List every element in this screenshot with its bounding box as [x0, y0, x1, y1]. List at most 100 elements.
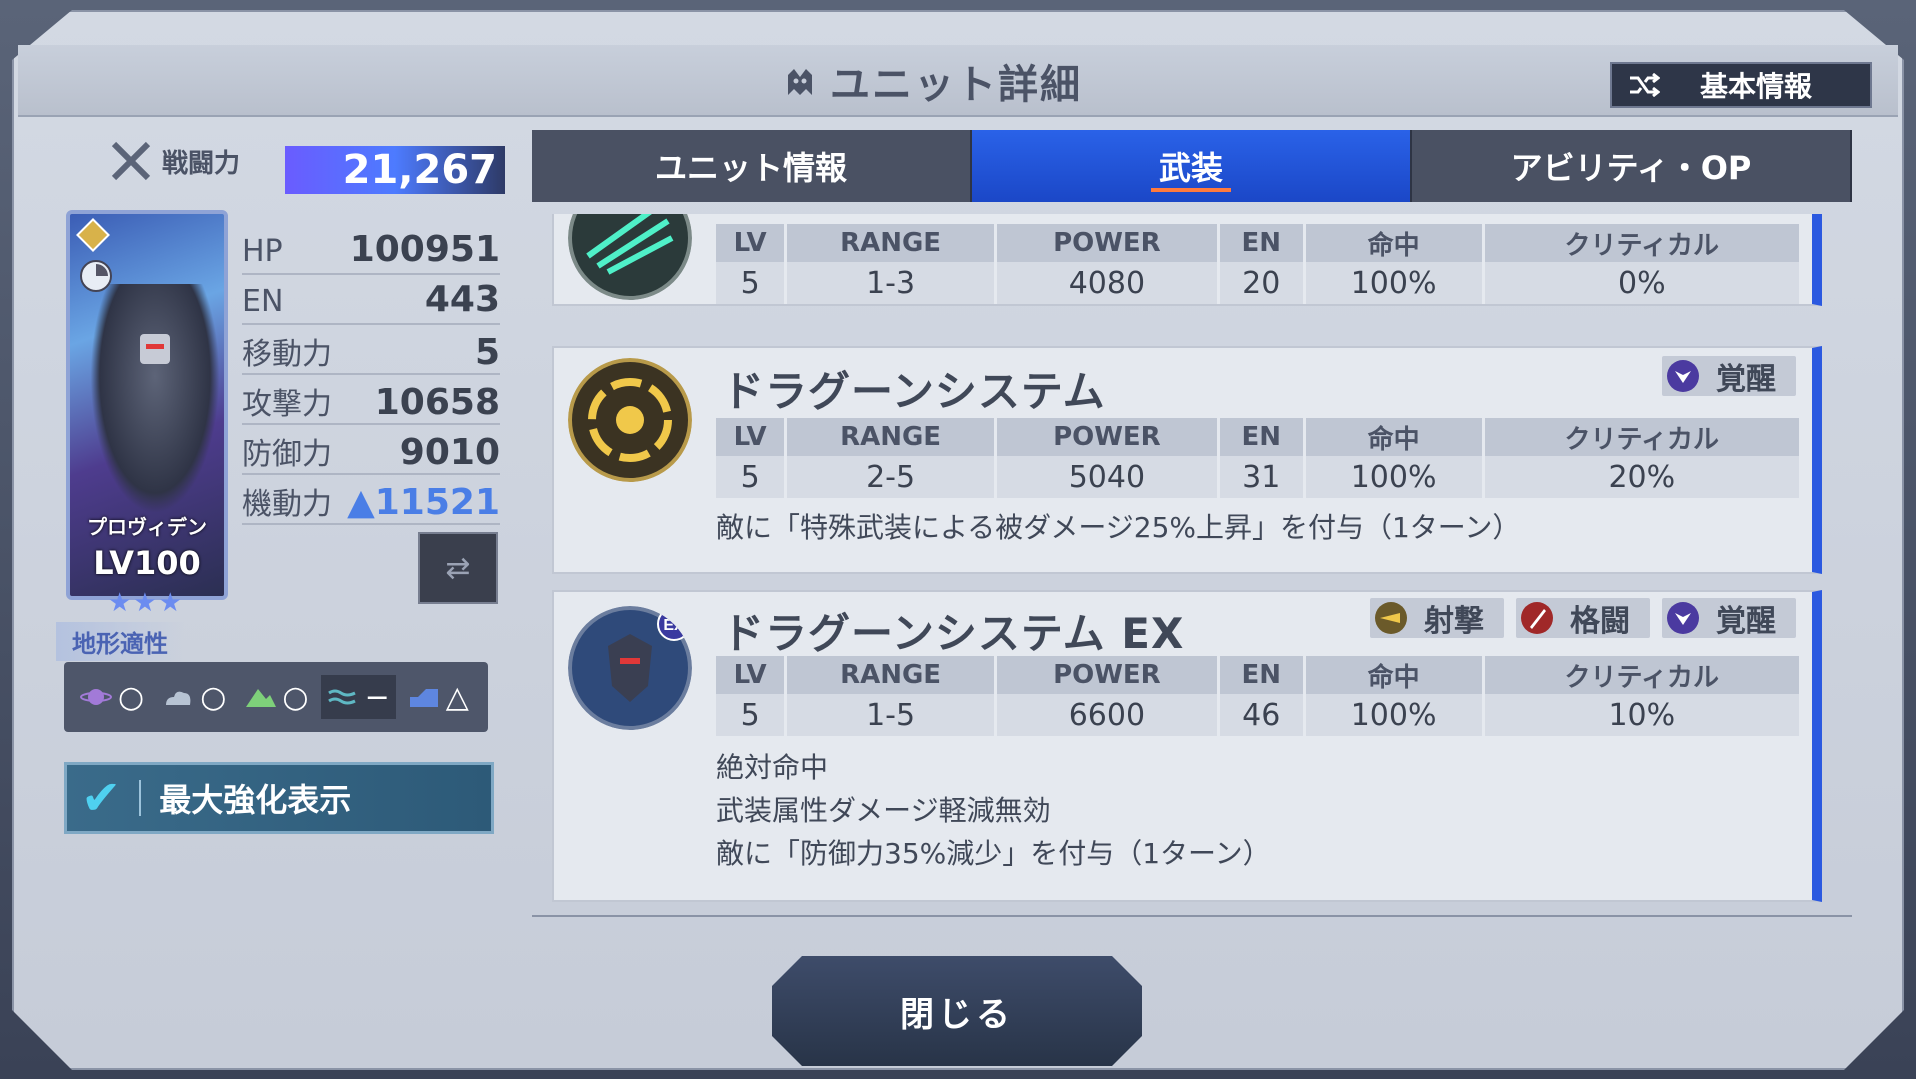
weapon-description: 絶対命中 武装属性ダメージ軽減無効 敵に「防御力35%減少」を付与（1ターン）	[716, 746, 1271, 875]
table-cell: 6600	[995, 694, 1220, 736]
basic-info-button[interactable]: 基本情報	[1610, 62, 1872, 108]
terrain-rating: ○	[282, 679, 309, 715]
awaken-icon	[1667, 360, 1699, 392]
awaken-icon	[1667, 602, 1699, 634]
shuffle-icon: ⇄	[445, 550, 471, 586]
stat-value: 443	[424, 279, 500, 320]
max-enhance-label: 最大強化表示	[159, 781, 352, 819]
close-label: 閉じる	[900, 994, 1014, 1035]
table-cell: 5	[716, 262, 788, 304]
crossed-swords-icon	[111, 141, 151, 181]
stat-label: HP	[242, 234, 283, 269]
table-header: EN	[1218, 418, 1306, 456]
terrain-ratings: ○ ○ ○ − △	[64, 662, 488, 732]
table-header: クリティカル	[1483, 656, 1803, 694]
terrain-rating: ○	[200, 679, 227, 715]
stat-value: ▲11521	[347, 482, 500, 523]
table-cell: 1-5	[785, 694, 997, 736]
shooting-icon	[1375, 602, 1407, 634]
table-cell: 20	[1218, 262, 1306, 304]
unit-level: LV100	[93, 544, 201, 582]
table-header: 命中	[1304, 656, 1485, 694]
checkmark-icon: ✔	[81, 770, 122, 826]
shuffle-icon	[1630, 73, 1660, 97]
swap-unit-button[interactable]: ⇄	[418, 532, 498, 604]
title-text: ユニット詳細	[830, 62, 1082, 108]
terrain-underground: △	[402, 675, 475, 719]
combat-power-label: 戦闘力	[162, 148, 241, 179]
table-header: LV	[716, 656, 788, 694]
description-line: 絶対命中	[716, 751, 829, 784]
table-cell: 20%	[1483, 456, 1803, 498]
description-line: 武装属性ダメージ軽減無効	[716, 794, 1051, 827]
terrain-rating: △	[445, 679, 469, 715]
combat-power: 戦闘力	[110, 140, 240, 182]
description-line: 敵に「防御力35%減少」を付与（1ターン）	[716, 837, 1271, 870]
stat-row-mobility: 機動力 ▲11521	[242, 475, 500, 525]
content-divider	[532, 915, 1852, 917]
table-header: RANGE	[785, 418, 997, 456]
table-header: EN	[1218, 224, 1306, 262]
table-header: クリティカル	[1483, 224, 1803, 262]
weapon-name: ドラグーンシステム EX	[722, 609, 1185, 658]
mobility-value: 11521	[374, 482, 500, 523]
weapon-stats-table: LV RANGE POWER EN 命中 クリティカル 5 1-5 6600 4…	[716, 656, 1803, 736]
weapon-stats-table: LV RANGE POWER EN 命中 クリティカル 5 2-5 5040 3…	[716, 418, 1803, 498]
table-cell: 100%	[1304, 694, 1485, 736]
table-header: LV	[716, 224, 788, 262]
terrain-water: −	[320, 675, 396, 719]
weapon-card: EX ドラグーンシステム EX 射撃 格闘 覚醒 LV RANGE POWER …	[552, 590, 1822, 902]
tab-label: ユニット情報	[654, 149, 847, 187]
dragoon-icon	[568, 358, 692, 482]
stat-value: 5	[474, 332, 500, 373]
unit-ex-icon: EX	[568, 606, 692, 730]
toggle-divider	[139, 780, 142, 816]
basic-info-label: 基本情報	[1700, 70, 1813, 103]
stat-row-defense: 防御力 9010	[242, 425, 500, 475]
tag-awaken: 覚醒	[1662, 598, 1796, 639]
tab-label: アビリティ・OP	[1510, 149, 1752, 187]
unit-stats: HP 100951 EN 443 移動力 5 攻撃力 10658 防御力 901…	[242, 225, 500, 525]
weapon-card: LV RANGE POWER EN 命中 クリティカル 5 1-3 4080 2…	[552, 214, 1822, 306]
terrain-label: 地形適性	[56, 622, 184, 661]
table-header: LV	[716, 418, 788, 456]
table-header: EN	[1218, 656, 1306, 694]
terrain-ground: ○	[238, 675, 314, 719]
close-button[interactable]: 閉じる	[772, 956, 1142, 1066]
stat-row-move: 移動力 5	[242, 325, 500, 375]
stat-label: EN	[242, 284, 284, 319]
unit-rarity-stars: ★★★	[108, 588, 184, 618]
combat-power-value: 21,267	[285, 146, 505, 194]
terrain-space: ○	[74, 675, 150, 719]
terrain-air: ○	[156, 675, 232, 719]
weapon-list[interactable]: LV RANGE POWER EN 命中 クリティカル 5 1-3 4080 2…	[552, 214, 1822, 904]
table-cell: 2-5	[785, 456, 997, 498]
table-cell: 5	[716, 456, 788, 498]
tag-melee: 格闘	[1516, 598, 1650, 639]
tab-weapons[interactable]: 武装	[972, 130, 1412, 202]
underground-icon	[409, 689, 438, 707]
tag-shooting: 射撃	[1370, 598, 1504, 639]
table-header: POWER	[995, 418, 1220, 456]
cloud-icon	[166, 691, 191, 705]
tab-ability-op[interactable]: アビリティ・OP	[1412, 130, 1852, 202]
tab-unit-info[interactable]: ユニット情報	[532, 130, 972, 202]
table-cell: 1-3	[785, 262, 997, 304]
description-line: 敵に「特殊武装による被ダメージ25%上昇」を付与（1ターン）	[716, 511, 1521, 544]
stat-label: 攻撃力	[242, 387, 332, 422]
up-arrow-icon: ▲	[347, 482, 375, 523]
tag-awaken: 覚醒	[1662, 356, 1796, 397]
mountain-icon	[246, 689, 277, 707]
stat-label: 防御力	[242, 437, 332, 472]
page-title: ユニット詳細	[780, 56, 1082, 108]
max-enhance-toggle[interactable]: ✔ 最大強化表示	[64, 762, 494, 834]
table-cell: 5040	[995, 456, 1220, 498]
unit-name: プロヴィデン	[87, 515, 207, 539]
unit-artwork	[90, 284, 220, 514]
weapon-tags: 覚醒	[1662, 356, 1796, 397]
space-icon	[80, 689, 112, 705]
unit-portrait-card[interactable]: プロヴィデン LV100	[66, 210, 228, 600]
table-header: POWER	[995, 656, 1220, 694]
table-header: クリティカル	[1483, 418, 1803, 456]
badge-icon	[76, 218, 110, 252]
